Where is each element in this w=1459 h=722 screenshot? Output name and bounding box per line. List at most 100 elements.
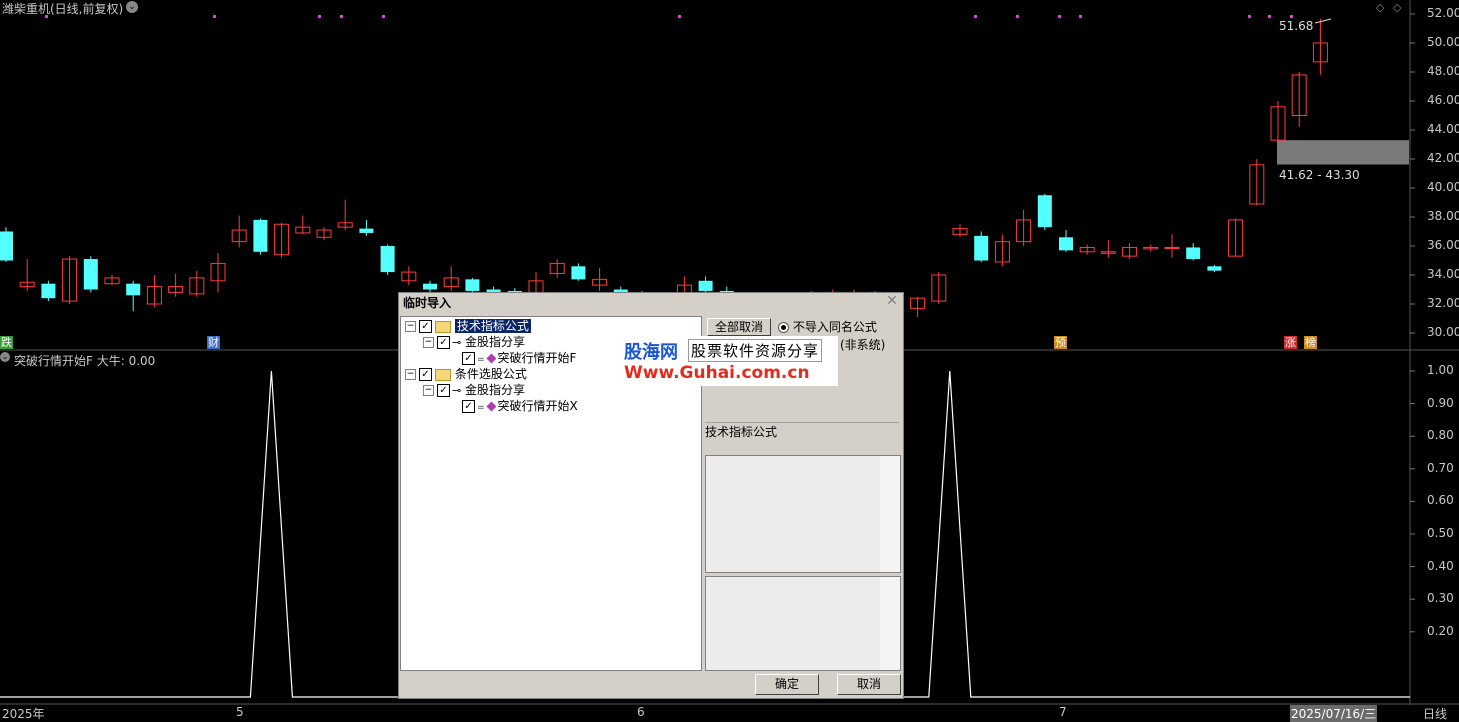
tree-label: 技术指标公式 xyxy=(454,319,531,333)
watermark: 股海网 股票软件资源分享 Www.Guhai.com.cn xyxy=(622,336,838,386)
diamond-icon xyxy=(486,401,496,412)
preview-panel-top[interactable] xyxy=(705,455,901,573)
watermark-brand: 股海网 xyxy=(624,342,678,363)
collapse-icon[interactable]: − xyxy=(423,337,434,348)
chevron-down-icon[interactable]: ⌄ xyxy=(126,1,138,13)
indicator-tick-label: 0.30 xyxy=(1427,591,1454,606)
indicator-tick-label: 1.00 xyxy=(1427,363,1454,377)
candle-body xyxy=(83,259,98,290)
close-icon[interactable]: ✕ xyxy=(885,294,899,308)
x-label-june: 6 xyxy=(637,705,645,719)
key-icon: ⊸ xyxy=(452,383,462,397)
price-tick-label: 30.00 xyxy=(1427,325,1459,339)
ok-button[interactable]: 确定 xyxy=(755,674,819,695)
candle-body xyxy=(465,279,480,291)
radio-no-import[interactable]: 不导入同名公式 xyxy=(778,318,877,335)
preview-panel-bottom[interactable] xyxy=(705,576,901,671)
event-marker-rise[interactable]: 涨 xyxy=(1284,336,1297,349)
diamond-icon xyxy=(486,353,496,364)
cancel-button[interactable]: 取消 xyxy=(837,674,901,695)
x-label-year: 2025年 xyxy=(2,707,45,721)
tree-node-formula-x[interactable]: ✓ = 突破行情开始X xyxy=(459,398,578,414)
x-label-july: 7 xyxy=(1059,705,1067,719)
candle-body xyxy=(1207,266,1222,271)
candle-body xyxy=(41,283,56,299)
tree-node-formula-f[interactable]: ✓ = 突破行情开始F xyxy=(459,350,576,366)
candle-body xyxy=(1059,237,1073,251)
x-label-may: 5 xyxy=(236,705,244,719)
tree-label: 突破行情开始F xyxy=(497,351,577,365)
event-marker-finance[interactable]: 财 xyxy=(207,336,220,349)
diamond-outline-icon[interactable]: ◇ xyxy=(1393,1,1401,14)
collapse-icon[interactable]: − xyxy=(405,321,416,332)
indicator-tick-label: 0.40 xyxy=(1427,558,1454,573)
indicator-tick-label: 0.90 xyxy=(1427,395,1454,410)
signal-dot xyxy=(318,15,321,18)
signal-dot xyxy=(1248,15,1251,18)
tree-label: 金股指分享 xyxy=(465,383,526,397)
candle-body xyxy=(1186,247,1201,260)
indicator-tick-label: 0.50 xyxy=(1427,526,1454,540)
checkbox[interactable]: ✓ xyxy=(462,352,475,365)
x-label-cursor-date: 2025/07/16/三 xyxy=(1290,705,1378,722)
period-label[interactable]: 日线 xyxy=(1423,705,1447,722)
signal-dot xyxy=(678,15,681,18)
price-tick-label: 34.00 xyxy=(1427,267,1459,281)
price-tick-label: 32.00 xyxy=(1427,296,1459,310)
diamond-outline-icon[interactable]: ◇ xyxy=(1376,1,1384,14)
checkbox[interactable]: ✓ xyxy=(419,368,432,381)
checkbox[interactable]: ✓ xyxy=(437,336,450,349)
tree-label: 金股指分享 xyxy=(465,335,526,349)
signal-dot xyxy=(1058,15,1061,18)
collapse-icon[interactable]: − xyxy=(405,369,416,380)
candle-body xyxy=(126,283,141,296)
price-tick-label: 44.00 xyxy=(1427,122,1459,136)
high-price-label: 51.68 xyxy=(1279,19,1314,33)
event-marker-fall[interactable]: 跌 xyxy=(0,336,13,349)
price-tick-label: 48.00 xyxy=(1427,64,1459,78)
tree-node-tech[interactable]: − ✓ 技术指标公式 xyxy=(405,318,531,334)
price-tick-label: 46.00 xyxy=(1427,93,1459,107)
signal-dot xyxy=(213,15,216,18)
signal-dot xyxy=(340,15,343,18)
tree-node-share-1[interactable]: − ✓ ⊸ 金股指分享 xyxy=(423,334,525,350)
folder-icon xyxy=(435,320,451,333)
price-tick-label: 38.00 xyxy=(1427,209,1459,223)
price-tick-label: 50.00 xyxy=(1427,35,1459,49)
radio-label: 不导入同名公式 xyxy=(792,320,877,334)
high-arrow xyxy=(1314,18,1332,24)
checkbox[interactable]: ✓ xyxy=(462,400,475,413)
dialog-titlebar[interactable]: 临时导入 ✕ xyxy=(399,293,903,313)
price-range-label: 41.62 - 43.30 xyxy=(1279,168,1360,182)
price-tick-label: 42.00 xyxy=(1427,151,1459,165)
signal-dot xyxy=(1079,15,1082,18)
deselect-all-button[interactable]: 全部取消 xyxy=(707,318,771,336)
checkbox[interactable]: ✓ xyxy=(419,320,432,333)
candle-body xyxy=(359,228,374,233)
checkbox[interactable]: ✓ xyxy=(437,384,450,397)
key-icon: ⊸ xyxy=(452,335,462,349)
tree-node-select[interactable]: − ✓ 条件选股公式 xyxy=(405,366,527,382)
candle-body xyxy=(1037,195,1052,228)
price-tick-label: 40.00 xyxy=(1427,180,1459,194)
dialog-title: 临时导入 xyxy=(403,296,452,310)
event-marker-forecast[interactable]: 预 xyxy=(1054,336,1067,349)
event-marker-rank[interactable]: 榜 xyxy=(1304,336,1317,349)
radio-icon[interactable] xyxy=(778,322,789,333)
indicator-tick-label: 0.70 xyxy=(1427,460,1454,475)
section-label: 技术指标公式 xyxy=(705,425,778,439)
price-tick-label: 52.00 xyxy=(1427,6,1459,20)
indicator-tick-label: 0.80 xyxy=(1427,428,1454,443)
indicator-label: 突破行情开始F 大牛: 0.00 xyxy=(14,354,156,368)
chevron-down-icon[interactable]: ⌄ xyxy=(0,352,10,362)
tree-label: 条件选股公式 xyxy=(454,367,527,381)
section-divider xyxy=(705,423,899,424)
equals-icon: = xyxy=(477,403,485,413)
candle-body xyxy=(0,231,13,261)
watermark-url: Www.Guhai.com.cn xyxy=(624,363,810,383)
signal-dot xyxy=(974,15,977,18)
tree-node-share-2[interactable]: − ✓ ⊸ 金股指分享 xyxy=(423,382,525,398)
watermark-slogan: 股票软件资源分享 xyxy=(688,339,823,362)
equals-icon: = xyxy=(477,355,485,365)
collapse-icon[interactable]: − xyxy=(423,385,434,396)
